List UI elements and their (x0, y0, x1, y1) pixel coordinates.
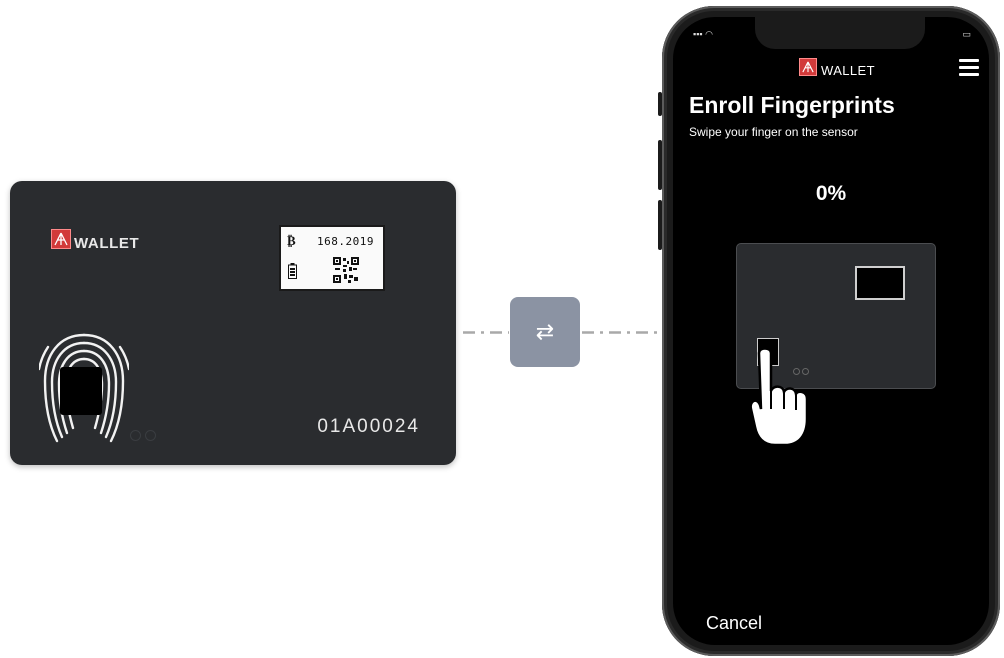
hardware-wallet-card: WALLET ₿ 168.2019 01A00024 (10, 181, 456, 465)
page-title: Enroll Fingerprints (689, 92, 895, 118)
status-led (130, 430, 141, 441)
bitcoin-symbol: ₿ (287, 234, 296, 249)
brand-logo-icon (51, 229, 71, 249)
smartphone: ▪▪▪ ◠ ▭ WALLET Enroll Fingerprints Swipe… (662, 6, 1000, 656)
fingerprint-sensor (60, 367, 102, 415)
sync-arrows-icon: ⇄ (535, 319, 555, 345)
connector-line-right (582, 331, 660, 334)
hamburger-menu-icon[interactable] (959, 59, 979, 80)
sync-button[interactable]: ⇄ (510, 297, 580, 367)
card-serial-number: 01A00024 (317, 416, 420, 437)
phone-notch (755, 17, 925, 49)
app-logo-icon (799, 58, 817, 76)
app-logo-text: WALLET (821, 63, 875, 78)
page-subtitle: Swipe your finger on the sensor (689, 125, 858, 139)
enroll-progress: 0% (815, 182, 847, 205)
phone-screen: ▪▪▪ ◠ ▭ WALLET Enroll Fingerprints Swipe… (673, 17, 989, 645)
battery-icon (288, 263, 297, 279)
cancel-button[interactable]: Cancel (706, 613, 762, 634)
status-led (145, 430, 156, 441)
pointing-hand-icon (749, 347, 809, 447)
card-illustration-display (855, 266, 905, 300)
eink-display: ₿ 168.2019 (279, 225, 385, 291)
connector-line-left (463, 331, 509, 334)
status-leds (130, 428, 160, 446)
qr-code-icon (333, 257, 359, 283)
balance-value: 168.2019 (317, 235, 374, 248)
card-logo-text: WALLET (74, 235, 140, 252)
status-bar-signal-icon: ▪▪▪ ◠ (693, 29, 713, 39)
status-bar-battery-icon: ▭ (962, 29, 971, 39)
